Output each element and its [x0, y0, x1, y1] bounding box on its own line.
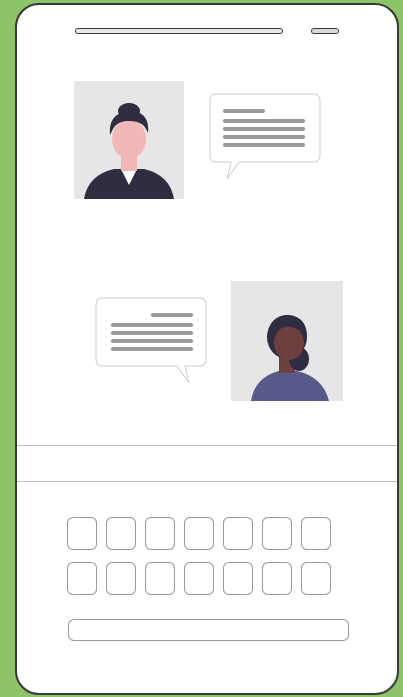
speaker-slot	[75, 28, 283, 34]
keyboard-row-2	[67, 562, 331, 595]
keyboard-row-1	[67, 517, 331, 550]
keyboard-key[interactable]	[223, 562, 253, 595]
keyboard-key[interactable]	[184, 562, 214, 595]
keyboard-key[interactable]	[301, 517, 331, 550]
keyboard-key[interactable]	[301, 562, 331, 595]
input-bar-bottom-divider	[17, 481, 397, 482]
keyboard-key[interactable]	[262, 517, 292, 550]
camera-slot	[311, 28, 339, 34]
keyboard-key[interactable]	[145, 562, 175, 595]
keyboard-key[interactable]	[223, 517, 253, 550]
keyboard-key[interactable]	[262, 562, 292, 595]
phone-frame	[15, 3, 399, 695]
speech-bubble-incoming	[209, 93, 321, 180]
keyboard-spacebar[interactable]	[68, 619, 349, 641]
keyboard-key[interactable]	[145, 517, 175, 550]
keyboard-key[interactable]	[184, 517, 214, 550]
avatar-man	[74, 81, 184, 199]
input-bar-top-divider	[17, 445, 397, 446]
keyboard-key[interactable]	[106, 562, 136, 595]
keyboard-key[interactable]	[106, 517, 136, 550]
keyboard-key[interactable]	[67, 562, 97, 595]
speech-bubble-outgoing	[95, 297, 207, 384]
keyboard-key[interactable]	[67, 517, 97, 550]
avatar-woman	[231, 281, 343, 401]
